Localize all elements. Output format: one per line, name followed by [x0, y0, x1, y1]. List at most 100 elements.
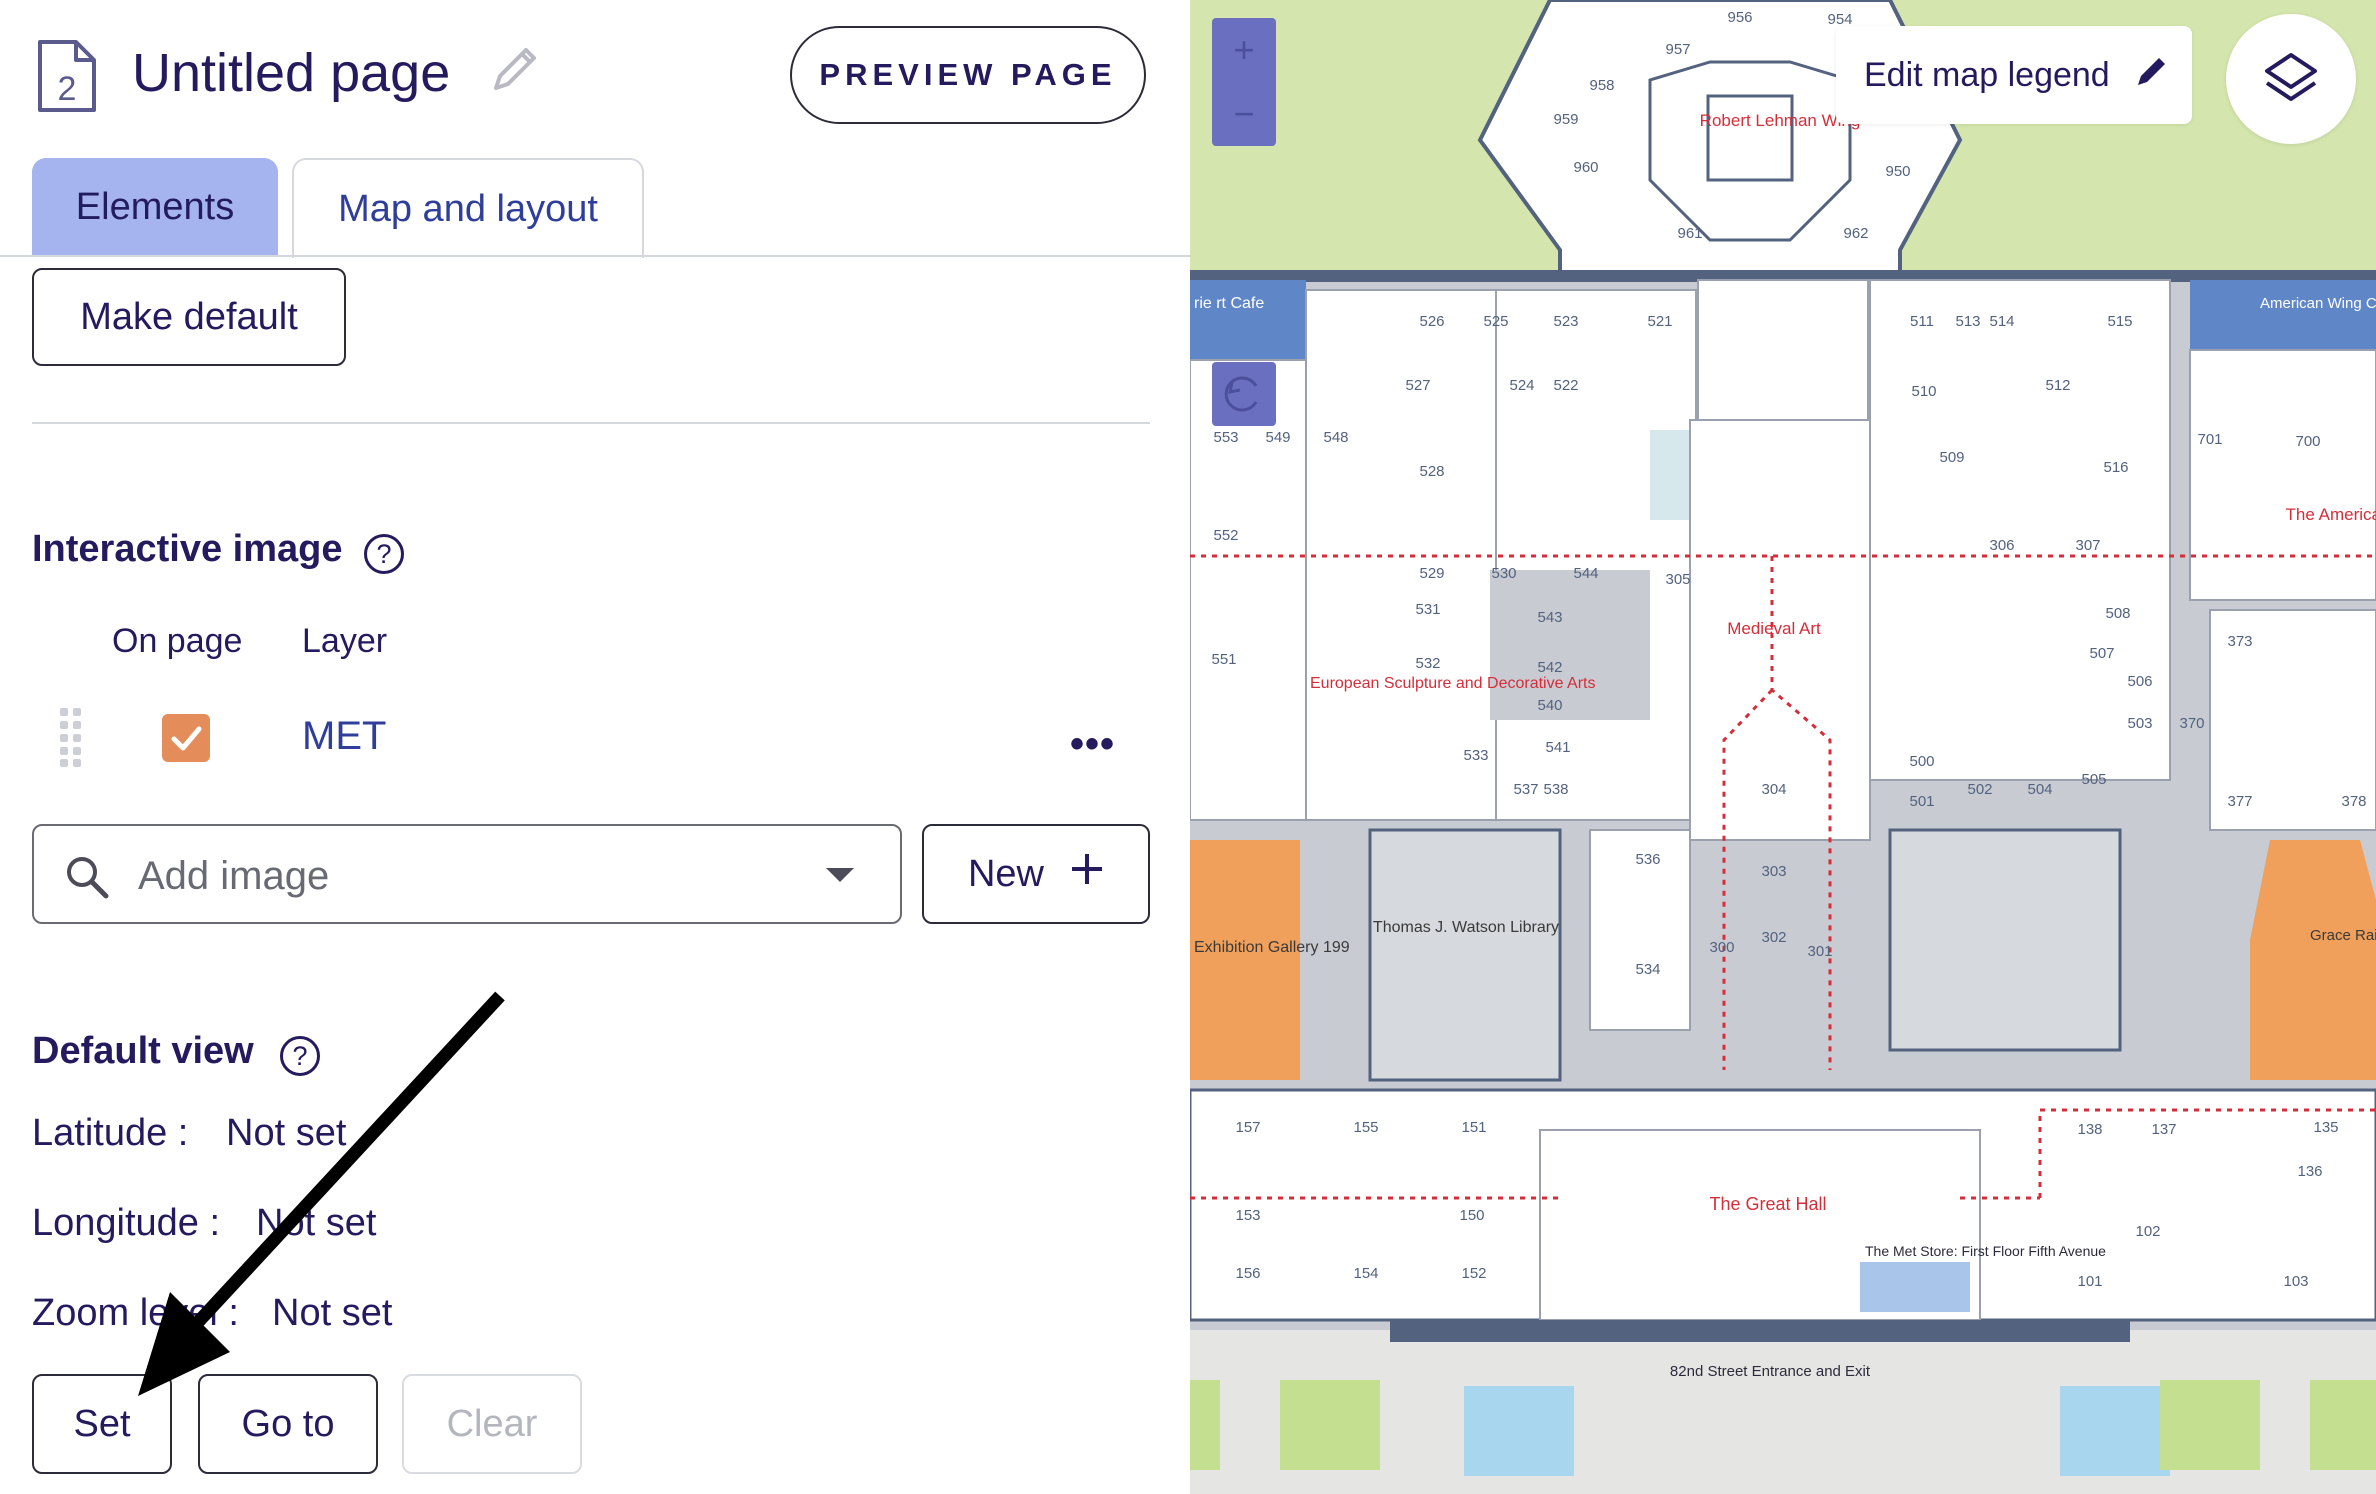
svg-text:540: 540	[1537, 697, 1562, 714]
svg-text:300: 300	[1709, 939, 1734, 956]
latitude-value: Not set	[226, 1112, 347, 1154]
svg-text:530: 530	[1491, 565, 1516, 582]
set-button[interactable]: Set	[32, 1374, 172, 1474]
svg-text:548: 548	[1323, 429, 1348, 446]
editor-panel: 2 Untitled page PREVIEW PAGE Elements Ma…	[0, 0, 1190, 1494]
page-document-icon: 2	[36, 38, 98, 114]
make-default-button[interactable]: Make default	[32, 268, 346, 366]
rotate-icon	[1224, 376, 1258, 412]
svg-text:306: 306	[1989, 537, 2014, 554]
svg-text:135: 135	[2313, 1119, 2338, 1136]
go-to-button[interactable]: Go to	[198, 1374, 378, 1474]
add-image-placeholder: Add image	[138, 854, 330, 898]
svg-text:101: 101	[2077, 1273, 2102, 1290]
svg-text:553: 553	[1213, 429, 1238, 446]
svg-text:153: 153	[1235, 1207, 1260, 1224]
drag-handle-icon[interactable]	[58, 706, 84, 768]
svg-text:515: 515	[2107, 313, 2132, 330]
zoom-level-value: Not set	[272, 1292, 393, 1334]
layers-icon	[2265, 53, 2317, 101]
svg-text:514: 514	[1989, 313, 2014, 330]
svg-text:956: 956	[1727, 9, 1752, 26]
svg-text:2: 2	[58, 70, 77, 108]
svg-text:157: 157	[1235, 1119, 1260, 1136]
svg-text:304: 304	[1761, 781, 1786, 798]
svg-text:American Wing Cafe: American Wing Cafe	[2260, 295, 2376, 312]
checkmark-icon	[171, 726, 202, 751]
new-image-label: New	[967, 852, 1045, 895]
svg-text:Medieval Art: Medieval Art	[1727, 619, 1821, 638]
svg-text:The American: The American	[2286, 505, 2376, 524]
svg-text:544: 544	[1573, 565, 1598, 582]
svg-text:373: 373	[2227, 633, 2252, 650]
svg-text:522: 522	[1553, 377, 1578, 394]
preview-page-button[interactable]: PREVIEW PAGE	[790, 26, 1146, 124]
zoom-level-label: Zoom level :	[32, 1292, 239, 1334]
svg-text:509: 509	[1939, 449, 1964, 466]
svg-text:370: 370	[2179, 715, 2204, 732]
add-image-select[interactable]: Add image	[32, 824, 902, 924]
svg-text:307: 307	[2075, 537, 2100, 554]
svg-text:150: 150	[1459, 1207, 1484, 1224]
svg-text:Exhibition Gallery 199: Exhibition Gallery 199	[1194, 939, 1350, 956]
svg-text:138: 138	[2077, 1121, 2102, 1138]
layer-more-options-icon[interactable]: •••	[1070, 722, 1115, 767]
svg-text:512: 512	[2045, 377, 2070, 394]
svg-text:137: 137	[2151, 1121, 2176, 1138]
edit-title-pencil-icon[interactable]	[484, 40, 544, 100]
map-canvas[interactable]: Robert Lehman Wing rie rt Cafe American …	[1190, 0, 2376, 1494]
svg-text:549: 549	[1265, 429, 1290, 446]
svg-text:534: 534	[1635, 961, 1660, 978]
clear-button[interactable]: Clear	[402, 1374, 582, 1474]
default-view-help-icon[interactable]: ?	[280, 1036, 320, 1076]
layers-button[interactable]	[2226, 14, 2356, 144]
floor-plan-map: Robert Lehman Wing rie rt Cafe American …	[1190, 0, 2376, 1494]
edit-map-legend-button[interactable]: Edit map legend	[1836, 26, 2192, 124]
new-image-button[interactable]: New	[922, 824, 1150, 924]
svg-text:82nd Street Entrance and Exit: 82nd Street Entrance and Exit	[1670, 1363, 1871, 1380]
search-icon	[64, 854, 110, 905]
svg-text:533: 533	[1463, 747, 1488, 764]
svg-text:543: 543	[1537, 609, 1562, 626]
svg-text:529: 529	[1419, 565, 1444, 582]
svg-text:102: 102	[2135, 1223, 2160, 1240]
svg-text:523: 523	[1553, 313, 1578, 330]
svg-text:506: 506	[2127, 673, 2152, 690]
svg-text:305: 305	[1665, 571, 1690, 588]
svg-text:The Great Hall: The Great Hall	[1709, 1194, 1826, 1214]
svg-text:510: 510	[1911, 383, 1936, 400]
svg-text:508: 508	[2105, 605, 2130, 622]
svg-text:551: 551	[1211, 651, 1236, 668]
svg-text:958: 958	[1589, 77, 1614, 94]
svg-text:302: 302	[1761, 929, 1786, 946]
svg-text:516: 516	[2103, 459, 2128, 476]
zoom-in-button[interactable]: +	[1212, 18, 1276, 82]
section-divider	[32, 422, 1150, 424]
svg-text:152: 152	[1461, 1265, 1486, 1282]
svg-text:552: 552	[1213, 527, 1238, 544]
tab-elements[interactable]: Elements	[32, 158, 278, 256]
svg-text:154: 154	[1353, 1265, 1378, 1282]
interactive-image-help-icon[interactable]: ?	[364, 534, 404, 574]
layer-on-page-checkbox[interactable]	[162, 714, 210, 762]
svg-text:507: 507	[2089, 645, 2114, 662]
svg-text:The Met Store: First Floor Fif: The Met Store: First Floor Fifth Avenue	[1865, 1243, 2106, 1259]
reset-view-button[interactable]	[1212, 362, 1276, 426]
svg-text:rie rt Cafe: rie rt Cafe	[1194, 295, 1264, 312]
svg-text:527: 527	[1405, 377, 1430, 394]
zoom-out-button[interactable]: −	[1212, 82, 1276, 146]
svg-text:541: 541	[1545, 739, 1570, 756]
svg-text:531: 531	[1415, 601, 1440, 618]
svg-text:301: 301	[1807, 943, 1832, 960]
svg-text:151: 151	[1461, 1119, 1486, 1136]
on-page-column-label: On page	[112, 622, 243, 660]
svg-text:962: 962	[1843, 225, 1868, 242]
tab-map-and-layout[interactable]: Map and layout	[292, 158, 644, 258]
svg-text:536: 536	[1635, 851, 1660, 868]
pencil-icon	[2134, 53, 2170, 98]
latitude-label: Latitude :	[32, 1112, 189, 1154]
svg-text:957: 957	[1665, 41, 1690, 58]
svg-text:524: 524	[1509, 377, 1534, 394]
longitude-value: Not set	[256, 1202, 377, 1244]
svg-text:Grace Rainey Rogers Auditorium: Grace Rainey Rogers Auditorium	[2310, 927, 2376, 944]
